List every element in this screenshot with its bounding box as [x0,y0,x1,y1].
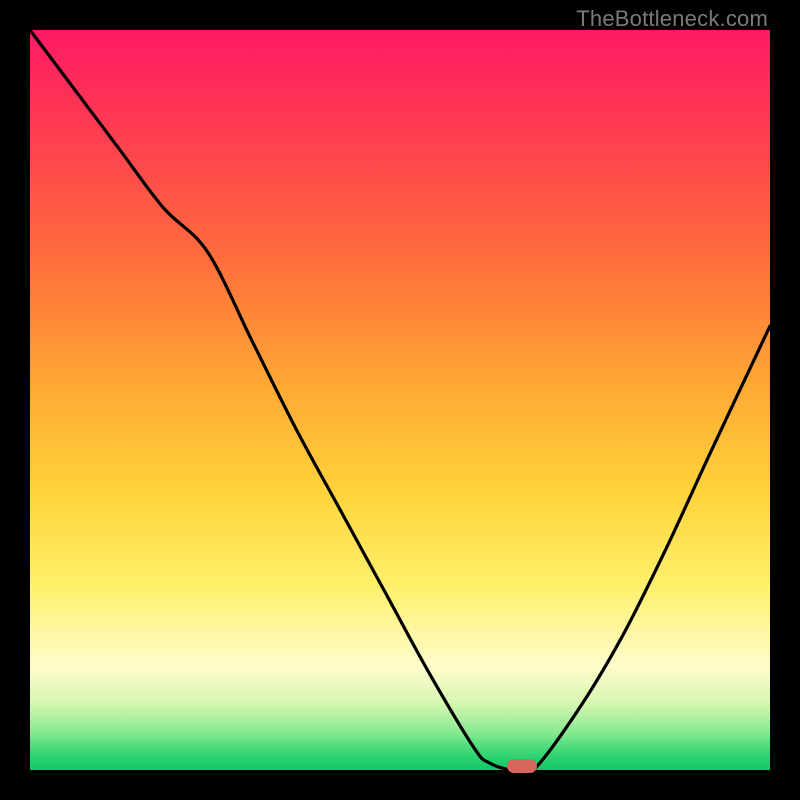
plot-area [30,30,770,770]
watermark-text: TheBottleneck.com [576,6,768,32]
bottleneck-curve [30,30,770,770]
chart-frame: TheBottleneck.com [0,0,800,800]
optimal-point-marker [507,759,537,773]
